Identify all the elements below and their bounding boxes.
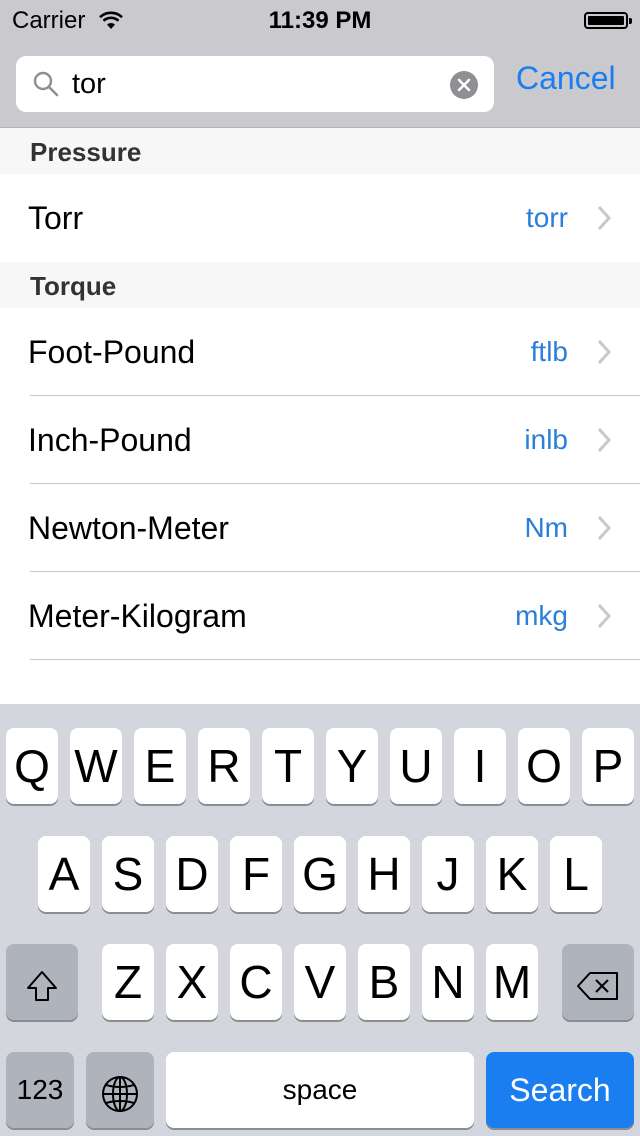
key-d[interactable]: D xyxy=(166,836,218,912)
unit-name: Meter-Kilogram xyxy=(28,598,247,634)
search-key[interactable]: Search xyxy=(486,1052,634,1128)
key-u[interactable]: U xyxy=(390,728,442,804)
list-item-inch-pound[interactable]: Inch-Pound inlb xyxy=(0,396,640,484)
key-a[interactable]: A xyxy=(38,836,90,912)
keyboard: Q W E R T Y U I O P A S D F G H J K L Z … xyxy=(0,704,640,1136)
numbers-key[interactable]: 123 xyxy=(6,1052,74,1128)
key-o[interactable]: O xyxy=(518,728,570,804)
battery-icon xyxy=(584,12,632,29)
key-z[interactable]: Z xyxy=(102,944,154,1020)
key-r[interactable]: R xyxy=(198,728,250,804)
unit-name: Inch-Pound xyxy=(28,422,192,458)
clear-search-icon[interactable] xyxy=(450,71,478,99)
section-title: Pressure xyxy=(30,137,142,167)
shift-key[interactable] xyxy=(6,944,78,1020)
clock: 11:39 PM xyxy=(268,7,372,34)
unit-symbol: Nm xyxy=(524,512,568,543)
chevron-right-icon xyxy=(596,204,612,237)
delete-key[interactable] xyxy=(562,944,634,1020)
key-t[interactable]: T xyxy=(262,728,314,804)
chevron-right-icon xyxy=(596,514,612,547)
key-v[interactable]: V xyxy=(294,944,346,1020)
key-w[interactable]: W xyxy=(70,728,122,804)
shift-icon xyxy=(22,956,62,1008)
results-list: Pressure Torr torr Torque Foot-Pound ftl… xyxy=(0,128,640,660)
key-f[interactable]: F xyxy=(230,836,282,912)
row-separator xyxy=(30,659,640,660)
key-m[interactable]: M xyxy=(486,944,538,1020)
search-input[interactable] xyxy=(72,64,452,104)
search-field[interactable] xyxy=(16,56,494,112)
unit-name: Foot-Pound xyxy=(28,334,196,370)
key-s[interactable]: S xyxy=(102,836,154,912)
section-header-torque: Torque xyxy=(0,262,640,308)
key-h[interactable]: H xyxy=(358,836,410,912)
key-c[interactable]: C xyxy=(230,944,282,1020)
unit-symbol: torr xyxy=(526,202,568,233)
key-g[interactable]: G xyxy=(294,836,346,912)
globe-icon xyxy=(100,1064,140,1116)
delete-icon xyxy=(576,956,620,1008)
key-p[interactable]: P xyxy=(582,728,634,804)
search-bar: Cancel xyxy=(0,40,640,128)
chevron-right-icon xyxy=(596,338,612,371)
search-icon xyxy=(32,70,60,103)
key-i[interactable]: I xyxy=(454,728,506,804)
list-item-meter-kilogram[interactable]: Meter-Kilogram mkg xyxy=(0,572,640,660)
unit-symbol: ftlb xyxy=(530,336,568,367)
unit-name: Newton-Meter xyxy=(28,510,229,546)
section-header-pressure: Pressure xyxy=(0,128,640,174)
list-item-foot-pound[interactable]: Foot-Pound ftlb xyxy=(0,308,640,396)
list-item-newton-meter[interactable]: Newton-Meter Nm xyxy=(0,484,640,572)
cancel-button[interactable]: Cancel xyxy=(516,60,616,97)
unit-symbol: inlb xyxy=(524,424,568,455)
section-title: Torque xyxy=(30,271,117,301)
key-l[interactable]: L xyxy=(550,836,602,912)
unit-name: Torr xyxy=(28,200,84,236)
key-e[interactable]: E xyxy=(134,728,186,804)
space-key[interactable]: space xyxy=(166,1052,474,1128)
chevron-right-icon xyxy=(596,426,612,459)
key-j[interactable]: J xyxy=(422,836,474,912)
key-b[interactable]: B xyxy=(358,944,410,1020)
key-x[interactable]: X xyxy=(166,944,218,1020)
unit-symbol: mkg xyxy=(515,600,568,631)
key-k[interactable]: K xyxy=(486,836,538,912)
chevron-right-icon xyxy=(596,602,612,635)
list-item-torr[interactable]: Torr torr xyxy=(0,174,640,262)
key-y[interactable]: Y xyxy=(326,728,378,804)
key-n[interactable]: N xyxy=(422,944,474,1020)
status-bar: Carrier 11:39 PM xyxy=(0,0,640,40)
globe-key[interactable] xyxy=(86,1052,154,1128)
key-q[interactable]: Q xyxy=(6,728,58,804)
